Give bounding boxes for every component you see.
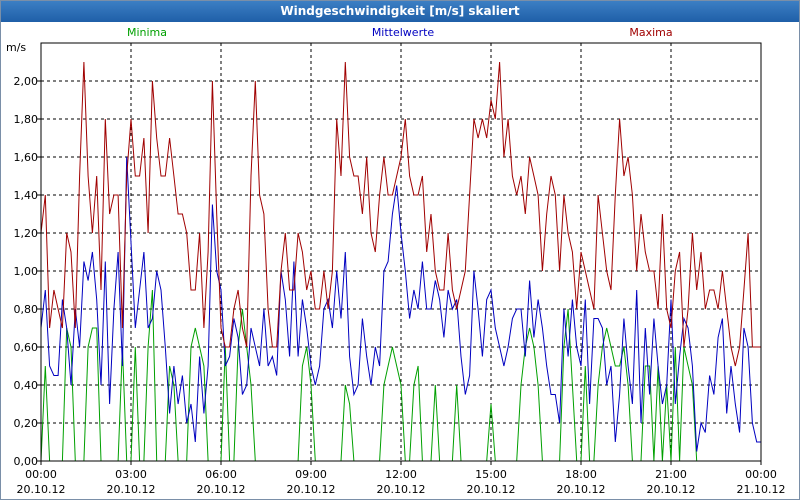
- x-tick-date: 21.10.12: [737, 483, 786, 496]
- x-tick-time: 00:00: [25, 468, 57, 481]
- x-tick-time: 12:00: [385, 468, 417, 481]
- grid: [41, 43, 761, 461]
- y-tick-label: 2,00: [14, 75, 39, 88]
- axes: 0,00 0,20 0,40 0,60 0,80 1,00 1,20 1,40 1,60 1,80…: [6, 41, 785, 496]
- x-tick-date: 20.10.12: [107, 483, 156, 496]
- y-tick-label: 1,00: [14, 265, 39, 278]
- chart-title: Windgeschwindigkeit [m/s] skaliert: [1, 1, 799, 22]
- y-tick-label: 1,80: [14, 113, 39, 126]
- y-tick-label: 1,20: [14, 227, 39, 240]
- legend-minima: Minima: [127, 26, 167, 39]
- x-tick-date: 20.10.12: [377, 483, 426, 496]
- x-tick-time: 15:00: [475, 468, 507, 481]
- x-tick-time: 18:00: [565, 468, 597, 481]
- y-tick-label: 0,80: [14, 303, 39, 316]
- x-tick-date: 20.10.12: [557, 483, 606, 496]
- x-tick-time: 09:00: [295, 468, 327, 481]
- y-axis-label: m/s: [6, 41, 26, 54]
- x-tick-date: 20.10.12: [287, 483, 336, 496]
- x-tick-date: 20.10.12: [467, 483, 516, 496]
- chart-window: Windgeschwindigkeit [m/s] skaliert 0,00 0…: [0, 0, 800, 500]
- x-tick-time: 00:00: [745, 468, 777, 481]
- legend-mittelwerte: Mittelwerte: [372, 26, 435, 39]
- x-tick-time: 03:00: [115, 468, 147, 481]
- x-tick-time: 21:00: [655, 468, 687, 481]
- x-tick-date: 20.10.12: [647, 483, 696, 496]
- legend-maxima: Maxima: [629, 26, 672, 39]
- legend: Minima Mittelwerte Maxima: [127, 26, 673, 39]
- x-tick-date: 20.10.12: [17, 483, 66, 496]
- x-tick-date: 20.10.12: [197, 483, 246, 496]
- chart-canvas: 0,00 0,20 0,40 0,60 0,80 1,00 1,20 1,40 1,60 1,80…: [6, 26, 785, 496]
- y-tick-label: 0,20: [14, 417, 39, 430]
- y-tick-label: 0,40: [14, 379, 39, 392]
- y-tick-label: 1,40: [14, 189, 39, 202]
- y-tick-label: 1,60: [14, 151, 39, 164]
- y-tick-label: 0,00: [14, 455, 39, 468]
- x-tick-time: 06:00: [205, 468, 237, 481]
- y-tick-label: 0,60: [14, 341, 39, 354]
